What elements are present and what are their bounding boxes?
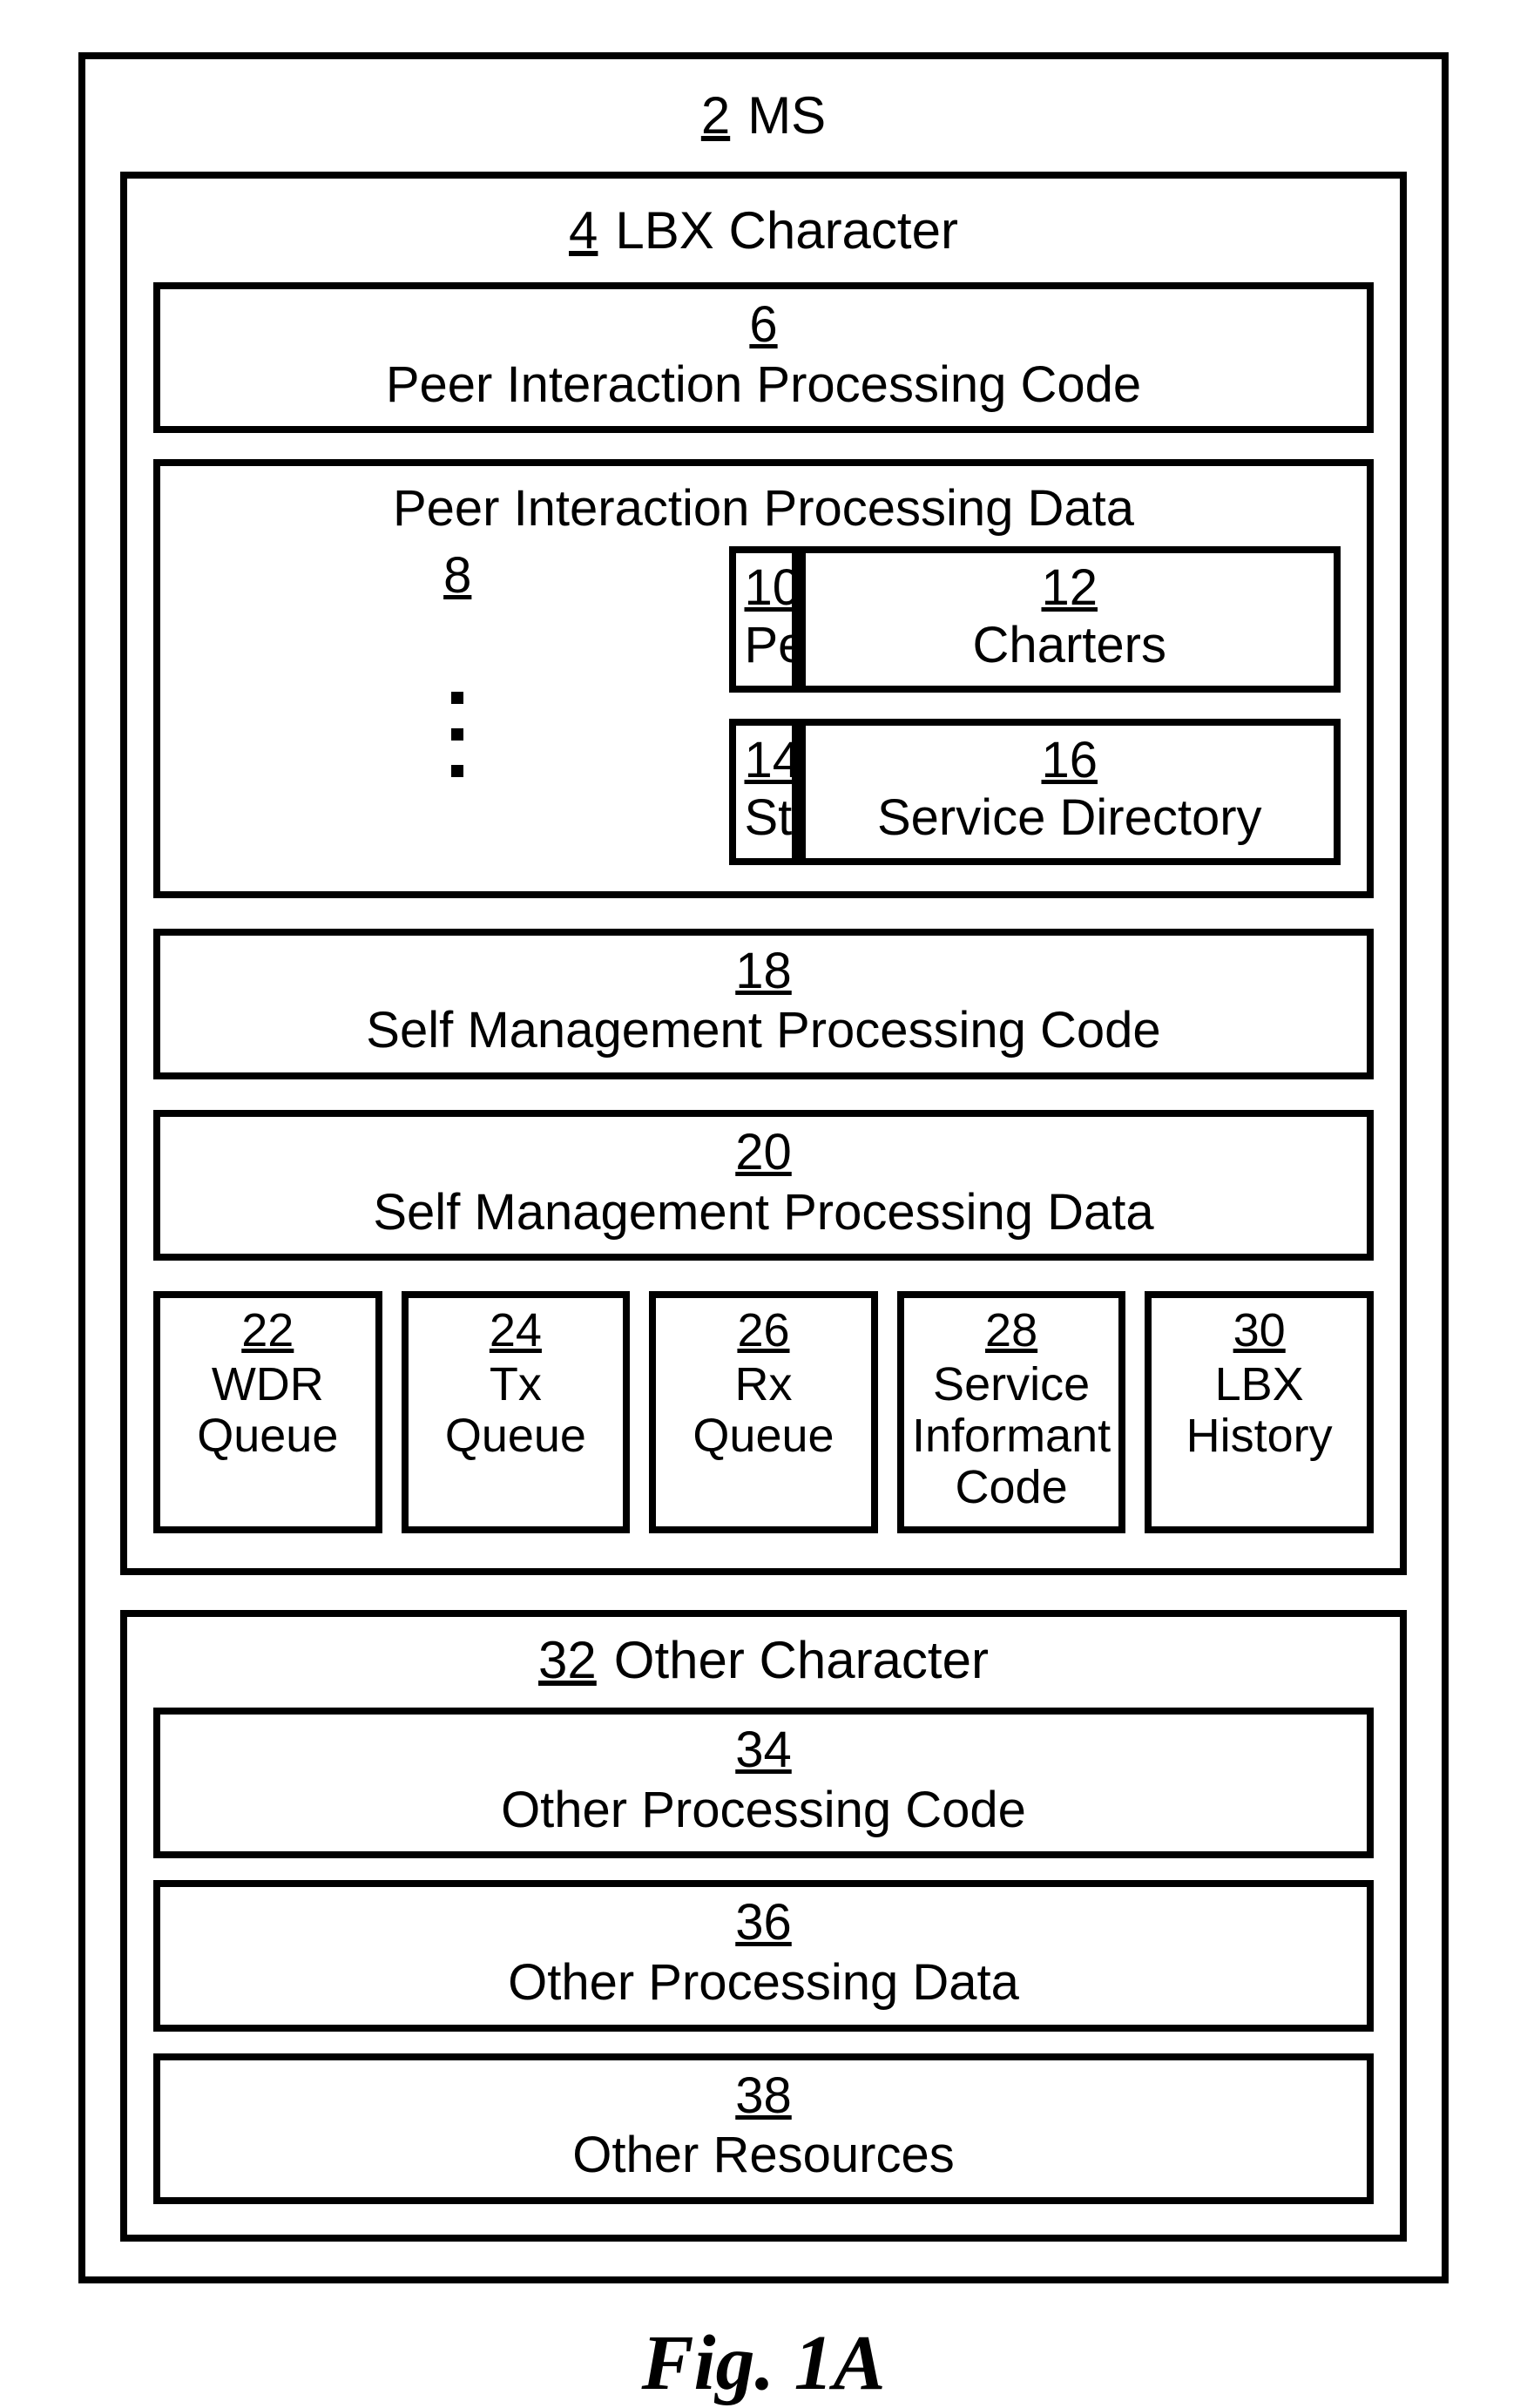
service-informant-label: Service Informant Code (909, 1359, 1114, 1514)
peer-data-num-wrapper: 8 (443, 546, 471, 605)
service-directory-num: 16 (814, 733, 1326, 788)
lbx-history-label: LBX History (1157, 1359, 1361, 1463)
service-directory-label: Service Directory (877, 789, 1262, 846)
ms-title: 2 MS (120, 85, 1407, 145)
self-data-box: 20 Self Management Processing Data (153, 1110, 1374, 1261)
ms-container: 2 MS 4 LBX Character 6 Peer Interaction … (78, 52, 1449, 2283)
wdr-queue-box: 22 WDR Queue (153, 1291, 382, 1533)
wdr-queue-label: WDR Queue (166, 1359, 370, 1463)
self-code-box: 18 Self Management Processing Code (153, 929, 1374, 1079)
other-character-container: 32 Other Character 34 Other Processing C… (120, 1610, 1407, 2242)
tx-queue-box: 24 Tx Queue (402, 1291, 631, 1533)
service-directory-box: 16 Service Directory (799, 719, 1341, 865)
other-character-num: 32 (538, 1630, 597, 1690)
lbx-label: LBX Character (615, 200, 958, 260)
lbx-num: 4 (569, 200, 598, 260)
wdr-queue-num: 22 (166, 1305, 370, 1356)
charters-label: Charters (973, 617, 1166, 673)
other-resources-label: Other Resources (572, 2127, 954, 2183)
statistics-num: 14 (745, 733, 783, 788)
other-resources-box: 38 Other Resources (153, 2053, 1374, 2204)
other-data-label: Other Processing Data (508, 1954, 1019, 2011)
lbx-character-container: 4 LBX Character 6 Peer Interaction Proce… (120, 172, 1407, 1575)
lbx-title: 4 LBX Character (153, 200, 1374, 260)
peer-data-container: Peer Interaction Processing Data 10 Perm… (153, 459, 1374, 897)
rx-queue-num: 26 (661, 1305, 866, 1356)
rx-queue-box: 26 Rx Queue (649, 1291, 878, 1533)
other-character-title: 32 Other Character (153, 1630, 1374, 1690)
peer-data-title: Peer Interaction Processing Data (186, 479, 1341, 538)
service-informant-num: 28 (909, 1305, 1114, 1356)
self-code-label: Self Management Processing Code (366, 1002, 1160, 1059)
service-informant-box: 28 Service Informant Code (897, 1291, 1126, 1533)
charters-box: 12 Charters (799, 546, 1341, 693)
peer-data-grid: 10 Permissions 8 (186, 546, 1341, 864)
queues-row: 22 WDR Queue 24 Tx Queue 26 Rx Queue 28 … (153, 1291, 1374, 1533)
figure-caption: Fig. 1A (78, 2318, 1449, 2408)
lbx-history-box: 30 LBX History (1145, 1291, 1374, 1533)
self-data-label: Self Management Processing Data (373, 1184, 1153, 1241)
tx-queue-num: 24 (414, 1305, 618, 1356)
statistics-box: 14 Statistics (729, 719, 799, 865)
peer-data-num: 8 (443, 547, 471, 604)
peer-code-num: 6 (169, 296, 1358, 355)
page: 2 MS 4 LBX Character 6 Peer Interaction … (0, 0, 1527, 2343)
ms-num: 2 (701, 85, 730, 145)
lbx-history-num: 30 (1157, 1305, 1361, 1356)
permissions-num: 10 (745, 560, 783, 616)
tx-queue-label: Tx Queue (414, 1359, 618, 1463)
other-character-label: Other Character (614, 1630, 989, 1690)
other-data-box: 36 Other Processing Data (153, 1880, 1374, 2031)
self-code-num: 18 (169, 943, 1358, 1001)
peer-code-box: 6 Peer Interaction Processing Code (153, 282, 1374, 433)
other-data-num: 36 (169, 1894, 1358, 1952)
other-code-label: Other Processing Code (501, 1782, 1026, 1838)
other-code-box: 34 Other Processing Code (153, 1708, 1374, 1858)
peer-code-label: Peer Interaction Processing Code (386, 356, 1141, 413)
charters-num: 12 (814, 560, 1326, 616)
other-code-num: 34 (169, 1721, 1358, 1780)
self-data-num: 20 (169, 1124, 1358, 1182)
rx-queue-label: Rx Queue (661, 1359, 866, 1463)
permissions-box: 10 Permissions (729, 546, 799, 693)
other-resources-num: 38 (169, 2067, 1358, 2126)
ms-label: MS (747, 85, 826, 145)
vertical-ellipsis-icon (451, 692, 463, 777)
other-character-stack: 34 Other Processing Code 36 Other Proces… (153, 1708, 1374, 2204)
peer-data-middle: 8 (186, 546, 729, 864)
